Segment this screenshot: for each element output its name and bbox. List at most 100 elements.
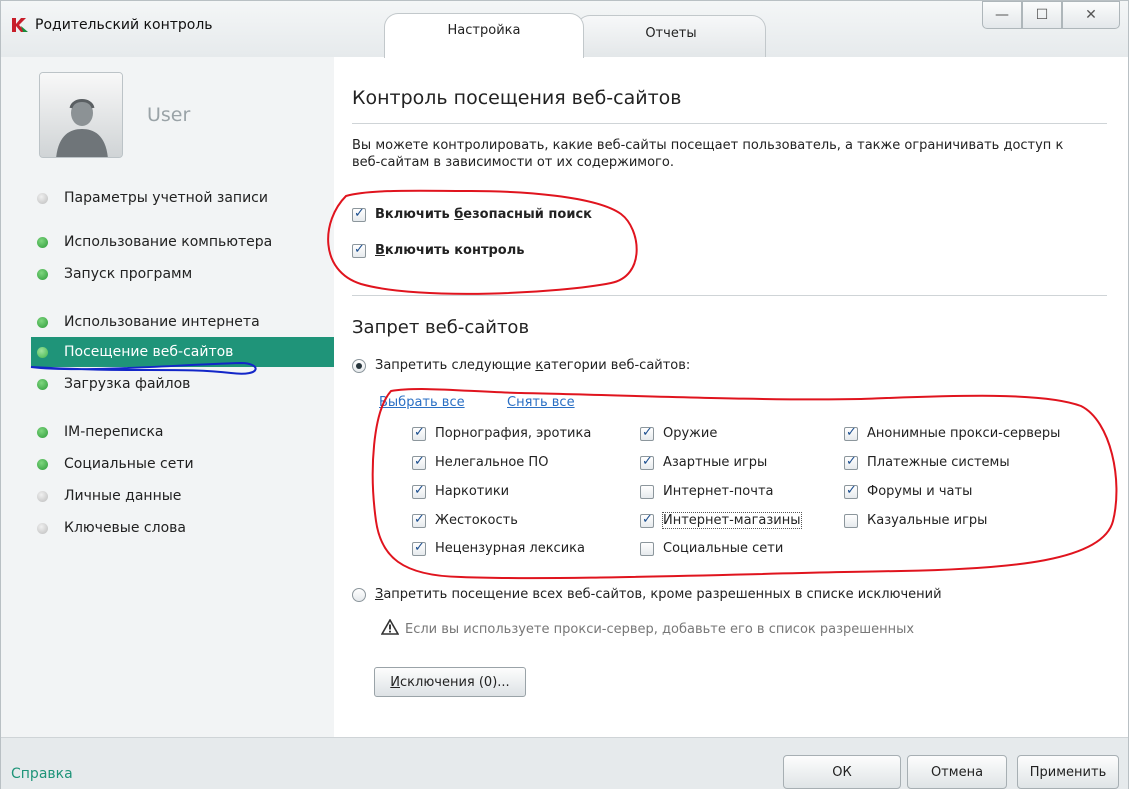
- select-all-link[interactable]: Выбрать все: [379, 395, 465, 410]
- label-part: ключить контроль: [384, 243, 525, 258]
- sidebar-item-label: Использование компьютера: [64, 234, 273, 250]
- sidebar-item-label: Посещение веб-сайтов: [64, 344, 234, 360]
- category-checkbox[interactable]: Нецензурная лексика: [412, 540, 585, 556]
- checkbox-box: [412, 483, 426, 499]
- status-off-icon: [37, 192, 48, 204]
- category-checkbox[interactable]: Анонимные прокси-серверы: [844, 425, 1060, 441]
- sidebar-item-label: IM-переписка: [64, 424, 164, 440]
- checkbox-box: [352, 242, 366, 258]
- sidebar-item-im-messaging[interactable]: IM-переписка: [31, 417, 334, 447]
- exceptions-button[interactable]: Исключения (0)...: [374, 667, 526, 697]
- sidebar-item-label: Ключевые слова: [64, 520, 186, 536]
- avatar[interactable]: [39, 72, 123, 158]
- divider: [352, 123, 1107, 124]
- category-checkbox[interactable]: Наркотики: [412, 483, 510, 499]
- warning-text: Если вы используете прокси-сервер, добав…: [405, 621, 915, 637]
- page-title: Контроль посещения веб-сайтов: [352, 87, 682, 109]
- block-all-radio[interactable]: Запретить посещение всех веб-сайтов, кро…: [352, 587, 942, 602]
- category-checkbox[interactable]: Платежные системы: [844, 454, 1010, 470]
- block-categories-radio[interactable]: Запретить следующие категории веб-сайтов…: [352, 358, 690, 373]
- checkbox-box: [640, 541, 654, 556]
- category-checkbox[interactable]: Жестокость: [412, 512, 518, 528]
- label-accel: И: [390, 674, 401, 690]
- sidebar-item-keywords[interactable]: Ключевые слова: [31, 513, 334, 543]
- status-on-icon: [37, 426, 48, 438]
- category-label: Нелегальное ПО: [435, 455, 549, 470]
- category-label: Оружие: [663, 426, 718, 441]
- category-checkbox[interactable]: Социальные сети: [640, 541, 783, 556]
- window-title: Родительский контроль: [35, 17, 213, 33]
- safe-search-checkbox[interactable]: Включить безопасный поиск: [352, 206, 592, 222]
- enable-control-checkbox[interactable]: Включить контроль: [352, 242, 525, 258]
- sidebar-item-internet-usage[interactable]: Использование интернета: [31, 307, 334, 337]
- close-icon: ✕: [1085, 7, 1097, 23]
- cancel-button[interactable]: Отмена: [907, 755, 1007, 789]
- parental-control-window: Родительский контроль Настройка Отчеты —…: [0, 0, 1129, 789]
- label-part: Включить: [375, 207, 455, 222]
- ok-button[interactable]: ОК: [783, 755, 901, 789]
- checkbox-box: [412, 425, 426, 441]
- radio-circle: [352, 358, 366, 373]
- sidebar-item-program-launch[interactable]: Запуск программ: [31, 259, 334, 289]
- sidebar-item-account-settings[interactable]: Параметры учетной записи: [31, 183, 334, 213]
- status-on-icon: [37, 458, 48, 470]
- checkbox-box: [844, 483, 858, 499]
- category-label: Наркотики: [435, 484, 510, 499]
- sidebar-item-website-visits[interactable]: Посещение веб-сайтов: [31, 337, 334, 367]
- category-label: Интернет-магазины: [662, 512, 802, 529]
- block-categories-label: Запретить следующие категории веб-сайтов…: [375, 358, 690, 373]
- sidebar-item-label: Параметры учетной записи: [64, 190, 268, 206]
- sidebar-item-file-downloads[interactable]: Загрузка файлов: [31, 369, 334, 399]
- window-controls: — ☐ ✕: [982, 1, 1120, 29]
- sidebar-item-social-networks[interactable]: Социальные сети: [31, 449, 334, 479]
- category-checkbox[interactable]: Интернет-магазины: [640, 512, 802, 529]
- category-checkbox[interactable]: Порнография, эротика: [412, 425, 591, 441]
- apply-button[interactable]: Применить: [1017, 755, 1119, 789]
- category-label: Жестокость: [435, 513, 518, 528]
- sidebar-item-label: Использование интернета: [64, 314, 260, 330]
- category-checkbox[interactable]: Казуальные игры: [844, 513, 987, 528]
- category-label: Азартные игры: [663, 455, 768, 470]
- category-checkbox[interactable]: Нелегальное ПО: [412, 454, 549, 470]
- label-accel: б: [454, 207, 464, 222]
- checkbox-box: [640, 454, 654, 470]
- minimize-button[interactable]: —: [982, 1, 1022, 29]
- checkbox-box: [412, 512, 426, 528]
- title-bar: Родительский контроль Настройка Отчеты —…: [1, 1, 1128, 58]
- status-on-icon: [37, 378, 48, 390]
- tab-reports[interactable]: Отчеты: [576, 15, 766, 57]
- category-label: Интернет-почта: [663, 484, 774, 499]
- status-on-icon: [37, 268, 48, 280]
- sidebar-item-computer-usage[interactable]: Использование компьютера: [31, 227, 334, 257]
- main-panel: Контроль посещения веб-сайтов Вы можете …: [334, 57, 1128, 737]
- sidebar-item-personal-data[interactable]: Личные данные: [31, 481, 334, 511]
- category-checkbox[interactable]: Форумы и чаты: [844, 483, 972, 499]
- divider: [352, 295, 1107, 296]
- radio-circle: [352, 587, 366, 602]
- help-link[interactable]: Справка: [11, 766, 73, 782]
- clear-all-link[interactable]: Снять все: [507, 395, 575, 410]
- kaspersky-logo-icon: [11, 17, 29, 33]
- status-on-icon: [37, 236, 48, 248]
- status-on-icon: [37, 316, 48, 328]
- checkbox-box: [412, 454, 426, 470]
- warning-icon: [380, 618, 400, 639]
- category-label: Платежные системы: [867, 455, 1010, 470]
- tab-settings[interactable]: Настройка: [384, 13, 584, 58]
- label-part: апретить посещение всех веб-сайтов, кром…: [383, 587, 942, 602]
- category-label: Казуальные игры: [867, 513, 988, 528]
- category-checkbox[interactable]: Азартные игры: [640, 454, 768, 470]
- maximize-icon: ☐: [1035, 7, 1049, 23]
- close-button[interactable]: ✕: [1062, 1, 1120, 29]
- checkbox-box: [352, 206, 366, 222]
- category-checkbox[interactable]: Оружие: [640, 425, 718, 441]
- user-name: User: [147, 104, 191, 126]
- status-off-icon: [37, 522, 48, 534]
- footer-bar: Справка ОК Отмена Применить: [1, 737, 1128, 789]
- app-title: Родительский контроль: [11, 17, 213, 33]
- category-checkbox[interactable]: Интернет-почта: [640, 484, 773, 499]
- sidebar-item-label: Загрузка файлов: [64, 376, 191, 392]
- maximize-button[interactable]: ☐: [1022, 1, 1062, 29]
- checkbox-box: [844, 425, 858, 441]
- checkbox-box: [844, 454, 858, 470]
